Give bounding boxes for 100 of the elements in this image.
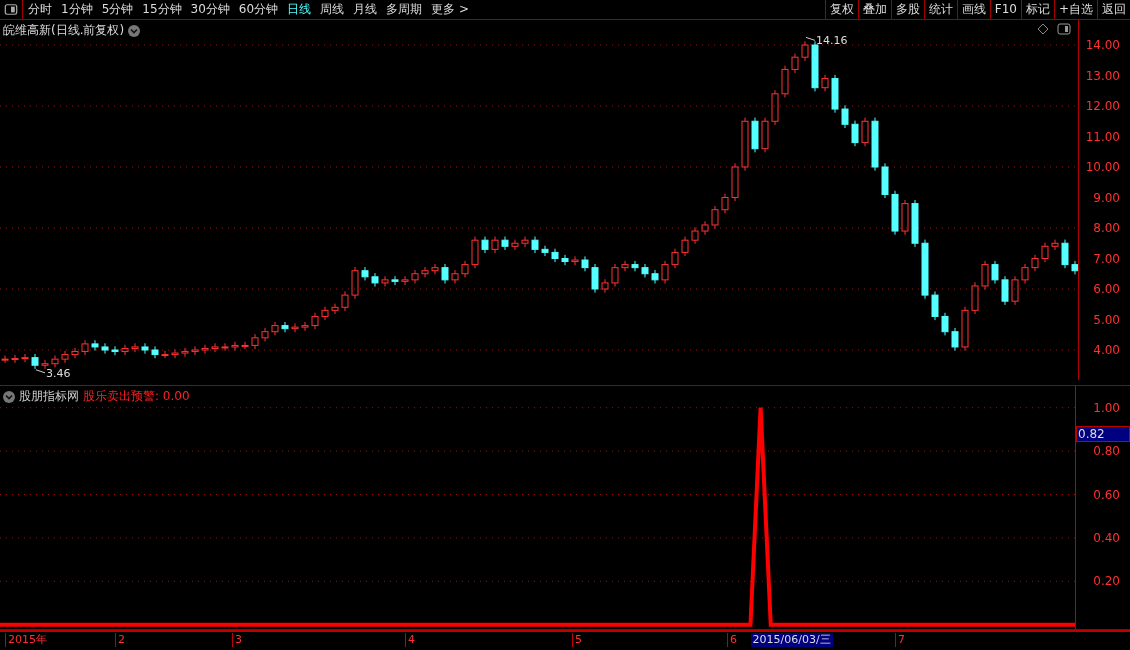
toolbar-button[interactable]: 统计	[923, 0, 957, 19]
period-tab[interactable]: 日线	[287, 1, 312, 18]
period-tab[interactable]: 30分钟	[190, 1, 230, 18]
cursor-value-label: 0.82	[1076, 426, 1130, 443]
candlestick	[311, 312, 319, 330]
date-label: 5	[572, 633, 582, 647]
candlestick	[451, 269, 459, 284]
candlestick	[501, 236, 509, 251]
price-label: 14.16	[816, 34, 848, 48]
candlestick	[221, 342, 229, 352]
candlestick	[511, 239, 519, 251]
candlestick	[671, 248, 679, 269]
dropdown-icon[interactable]	[128, 24, 141, 37]
period-tab[interactable]: 更多 >	[431, 1, 469, 18]
candlestick	[951, 327, 959, 352]
candlestick	[991, 260, 999, 284]
candlestick	[531, 236, 539, 254]
axis-label: 7.00	[1093, 251, 1120, 266]
candlestick	[161, 350, 169, 359]
candlestick	[421, 266, 429, 278]
axis-label: 11.00	[1085, 129, 1120, 144]
candlestick	[731, 162, 739, 202]
candlestick	[1051, 239, 1059, 251]
candlestick	[291, 322, 299, 333]
axis-label: 0.80	[1093, 444, 1120, 459]
candlestick	[461, 260, 469, 278]
panel-toggle-icon[interactable]	[1057, 23, 1071, 35]
candlestick	[261, 327, 269, 342]
candlestick	[761, 117, 769, 153]
candlestick	[981, 260, 989, 291]
candlestick	[811, 40, 819, 92]
candlestick	[11, 354, 19, 364]
period-tab[interactable]: 月线	[353, 1, 378, 18]
candlestick	[171, 348, 179, 359]
price-label: 3.46	[46, 366, 71, 380]
axis-label: 9.00	[1093, 190, 1120, 205]
candlestick	[641, 263, 649, 278]
diamond-icon[interactable]	[1037, 23, 1049, 35]
candlestick	[691, 226, 699, 245]
axis-label: 14.00	[1085, 38, 1120, 52]
candlestick	[901, 199, 909, 236]
candlestick	[551, 248, 559, 263]
candlestick	[881, 162, 889, 199]
axis-label: 13.00	[1085, 68, 1120, 83]
axis-label: 12.00	[1085, 99, 1120, 113]
candlestick	[361, 266, 369, 281]
toolbar-button[interactable]: +自选	[1053, 0, 1097, 19]
date-label: 7	[895, 633, 905, 647]
candlestick	[441, 263, 449, 284]
period-tab[interactable]: 多周期	[386, 1, 423, 18]
candlestick	[711, 205, 719, 230]
candlestick	[1061, 239, 1069, 269]
candlestick	[121, 344, 129, 356]
candlestick	[971, 281, 979, 315]
candlestick	[411, 269, 419, 284]
toolbar-button[interactable]: 多股	[890, 0, 924, 19]
toolbar-button[interactable]: F10	[989, 0, 1021, 19]
candlestick	[661, 260, 669, 284]
candlestick	[781, 65, 789, 98]
candlestick	[581, 255, 589, 272]
leader-line	[805, 36, 816, 41]
period-tab[interactable]: 分时	[28, 1, 52, 18]
toolbar-button[interactable]: 返回	[1097, 0, 1130, 19]
candlestick	[921, 239, 929, 300]
candlestick	[961, 306, 969, 352]
axis-label: 8.00	[1093, 221, 1120, 235]
candlestick	[741, 117, 749, 172]
axis-label: 1.00	[1093, 400, 1120, 415]
period-tab[interactable]: 周线	[320, 1, 345, 18]
candlestick	[571, 255, 579, 266]
period-tab[interactable]: 15分钟	[142, 1, 182, 18]
candlestick	[71, 347, 79, 359]
candlestick	[471, 236, 479, 269]
candlestick	[721, 193, 729, 214]
candlestick	[31, 353, 39, 370]
candlestick	[61, 350, 69, 364]
candlestick	[481, 236, 489, 254]
candlestick	[21, 353, 29, 363]
period-tab[interactable]: 1分钟	[61, 1, 93, 18]
candlestick	[941, 312, 949, 336]
date-label: 6	[727, 633, 737, 647]
candlestick	[101, 342, 109, 355]
candlestick	[301, 321, 309, 332]
toolbar-button[interactable]: 标记	[1020, 0, 1054, 19]
period-tab[interactable]: 5分钟	[101, 1, 134, 18]
period-tab[interactable]: 60分钟	[238, 1, 279, 18]
toolbar-button[interactable]: 叠加	[857, 0, 891, 19]
candlestick	[601, 278, 609, 294]
candlestick	[611, 263, 619, 288]
candlestick	[391, 275, 399, 286]
candlestick	[181, 347, 189, 358]
candlestick	[281, 321, 289, 333]
indicator-source: 股朋指标网	[19, 388, 79, 405]
toolbar-button[interactable]: 画线	[956, 0, 990, 19]
candlestick	[231, 341, 239, 352]
collapse-icon[interactable]	[3, 390, 15, 403]
candlestick	[861, 117, 869, 147]
candlestick	[201, 344, 209, 355]
toolbar-button[interactable]: 复权	[824, 0, 858, 19]
date-label: 2	[115, 633, 125, 647]
